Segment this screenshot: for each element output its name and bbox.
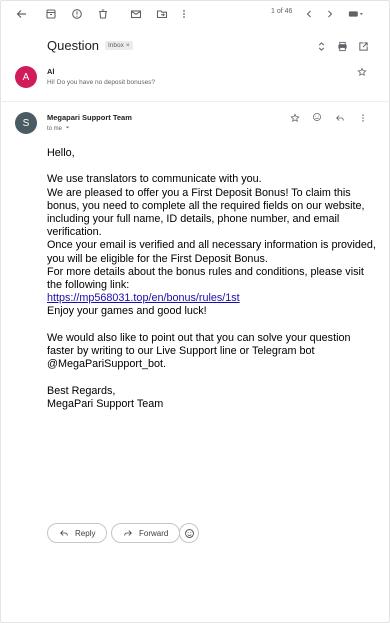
mark-unread-icon[interactable]	[129, 7, 143, 21]
more-vert-icon[interactable]	[177, 7, 191, 21]
body-paragraph: Enjoy your games and good luck!	[47, 305, 207, 318]
emoji-reaction-button[interactable]	[179, 523, 199, 543]
report-spam-icon[interactable]	[70, 7, 84, 21]
remove-label-icon[interactable]: ×	[126, 42, 130, 49]
more-vert-icon[interactable]	[357, 112, 369, 124]
forward-icon	[124, 530, 132, 536]
smiley-icon	[184, 528, 194, 538]
sender-avatar-s: S	[15, 112, 37, 134]
body-paragraph: We use translators to communicate with y…	[47, 173, 262, 186]
avatar-letter: S	[22, 117, 30, 129]
recipient-text: to me	[47, 125, 63, 132]
recipient-details[interactable]: to me	[47, 125, 70, 132]
avatar-letter: A	[22, 71, 30, 83]
message-divider	[0, 101, 390, 102]
toolbar: 1 of 46	[0, 0, 390, 28]
signature-closing: Best Regards,	[47, 384, 116, 397]
thread-subject: Question	[47, 38, 100, 53]
forward-button[interactable]: Forward	[111, 523, 181, 543]
reply-label: Reply	[75, 528, 96, 538]
chevron-right-icon[interactable]	[323, 7, 337, 21]
pager-count: 1 of 46	[271, 8, 293, 15]
reply-button[interactable]: Reply	[47, 523, 108, 543]
details-caret-icon	[65, 125, 70, 132]
star-icon[interactable]	[356, 66, 368, 78]
message-snippet[interactable]: Hi! Do you have no deposit bonuses?	[47, 79, 155, 86]
chevron-left-icon[interactable]	[302, 7, 316, 21]
body-paragraph: For more details about the bonus rules a…	[47, 265, 364, 292]
body-paragraph: Once your email is verified and all nece…	[47, 239, 376, 265]
inbox-label-chip: Inbox ×	[105, 41, 133, 50]
greeting: Hello,	[47, 147, 75, 159]
print-icon[interactable]	[336, 40, 348, 52]
delete-icon[interactable]	[96, 7, 110, 21]
archive-icon[interactable]	[44, 7, 58, 21]
input-tools-icon[interactable]	[347, 7, 365, 21]
message-body: Hello, We use translators to communicate…	[47, 147, 377, 411]
body-paragraph: We are pleased to offer you a First Depo…	[47, 186, 365, 239]
body-paragraph: We would also like to point out that you…	[47, 331, 351, 371]
sender-name[interactable]: Megapari Support Team	[47, 113, 132, 122]
signature-name: MegaPari Support Team	[47, 397, 164, 410]
expand-all-icon[interactable]	[315, 40, 327, 52]
open-new-window-icon[interactable]	[357, 40, 369, 52]
reply-icon[interactable]	[334, 112, 346, 124]
forward-label: Forward	[139, 528, 169, 538]
bonus-rules-link[interactable]: https://mp568031.top/en/bonus/rules/1st	[47, 292, 240, 304]
inbox-label-text: Inbox	[108, 42, 124, 49]
sender-name[interactable]: Al	[47, 67, 55, 76]
star-icon[interactable]	[289, 112, 301, 124]
sender-avatar-a: A	[15, 66, 37, 88]
add-reaction-icon[interactable]	[311, 111, 323, 123]
back-arrow-icon[interactable]	[14, 7, 28, 21]
reply-icon	[60, 530, 68, 536]
move-to-icon[interactable]	[155, 7, 169, 21]
